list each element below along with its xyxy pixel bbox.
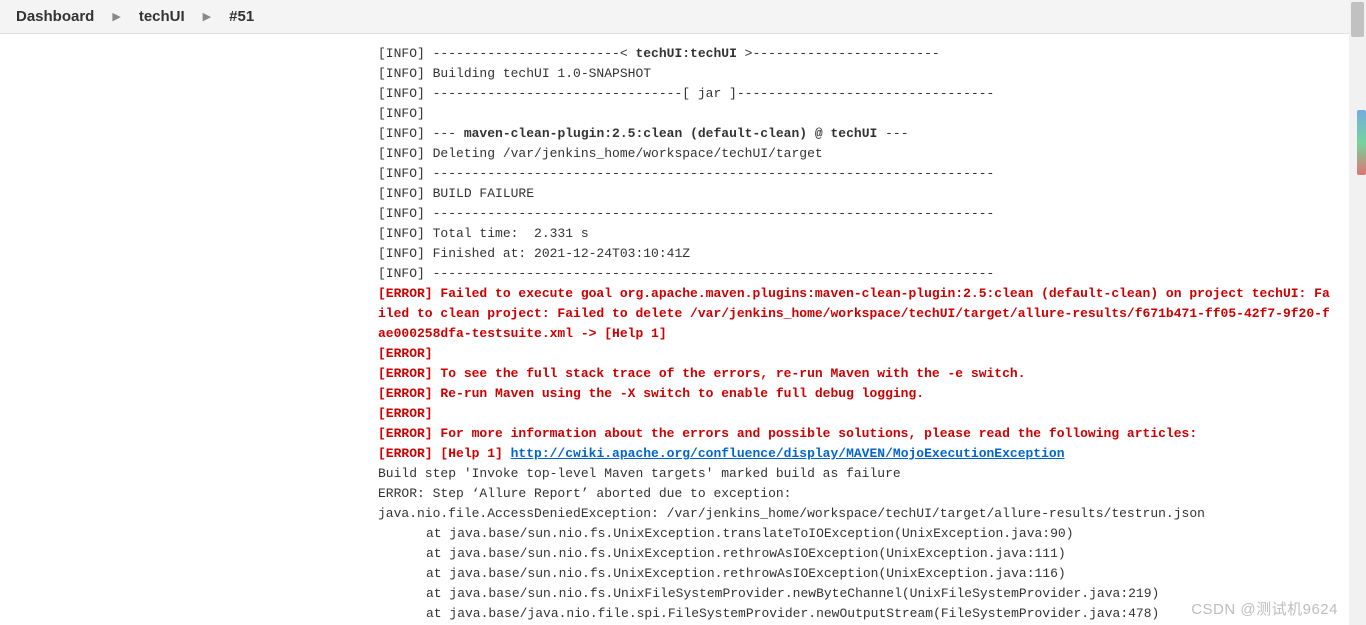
console-line: at java.base/sun.nio.fs.UnixException.re… — [378, 544, 1336, 564]
scrollbar-marker-overlay — [1357, 110, 1366, 175]
console-line: [INFO] ------------------------< techUI:… — [378, 44, 1336, 64]
chevron-right-icon: ▶ — [112, 10, 120, 23]
console-line: at java.base/sun.nio.fs.UnixException.tr… — [378, 524, 1336, 544]
console-line: [INFO] Total time: 2.331 s — [378, 224, 1336, 244]
console-line: [ERROR] Re-run Maven using the -X switch… — [378, 384, 1336, 404]
console-line: [ERROR] Failed to execute goal org.apach… — [378, 284, 1336, 344]
console-line: [INFO] ---------------------------------… — [378, 204, 1336, 224]
console-line: at java.base/sun.nio.fs.UnixException.re… — [378, 564, 1336, 584]
console-line: [INFO] Deleting /var/jenkins_home/worksp… — [378, 144, 1336, 164]
console-line: [INFO] — [378, 104, 1336, 124]
vertical-scrollbar-thumb[interactable] — [1351, 2, 1364, 37]
breadcrumb-build[interactable]: #51 — [229, 8, 254, 25]
console-line: [INFO] Finished at: 2021-12-24T03:10:41Z — [378, 244, 1336, 264]
help-link[interactable]: http://cwiki.apache.org/confluence/displ… — [511, 446, 1065, 461]
console-line: java.nio.file.AccessDeniedException: /va… — [378, 504, 1336, 524]
console-line: ERROR: Step ‘Allure Report’ aborted due … — [378, 484, 1336, 504]
console-line: Build step 'Invoke top-level Maven targe… — [378, 464, 1336, 484]
console-line: [ERROR] For more information about the e… — [378, 424, 1336, 444]
console-line: [ERROR] [Help 1] http://cwiki.apache.org… — [378, 444, 1336, 464]
console-line: [ERROR] To see the full stack trace of t… — [378, 364, 1336, 384]
console-line: [ERROR] — [378, 344, 1336, 364]
console-output: [INFO] ------------------------< techUI:… — [0, 34, 1366, 624]
console-line: [INFO] Building techUI 1.0-SNAPSHOT — [378, 64, 1336, 84]
watermark: CSDN @测试机9624 — [1191, 598, 1338, 619]
console-line: [INFO] BUILD FAILURE — [378, 184, 1336, 204]
console-line: [INFO] ---------------------------------… — [378, 164, 1336, 184]
breadcrumb-dashboard[interactable]: Dashboard — [16, 8, 94, 25]
breadcrumb: Dashboard ▶ techUI ▶ #51 — [0, 0, 1366, 34]
console-line: [ERROR] — [378, 404, 1336, 424]
console-line: [INFO] --------------------------------[… — [378, 84, 1336, 104]
vertical-scrollbar-track[interactable] — [1349, 0, 1366, 625]
console-line: [INFO] --- maven-clean-plugin:2.5:clean … — [378, 124, 1336, 144]
chevron-right-icon: ▶ — [203, 10, 211, 23]
breadcrumb-project[interactable]: techUI — [139, 8, 185, 25]
console-line: [INFO] ---------------------------------… — [378, 264, 1336, 284]
